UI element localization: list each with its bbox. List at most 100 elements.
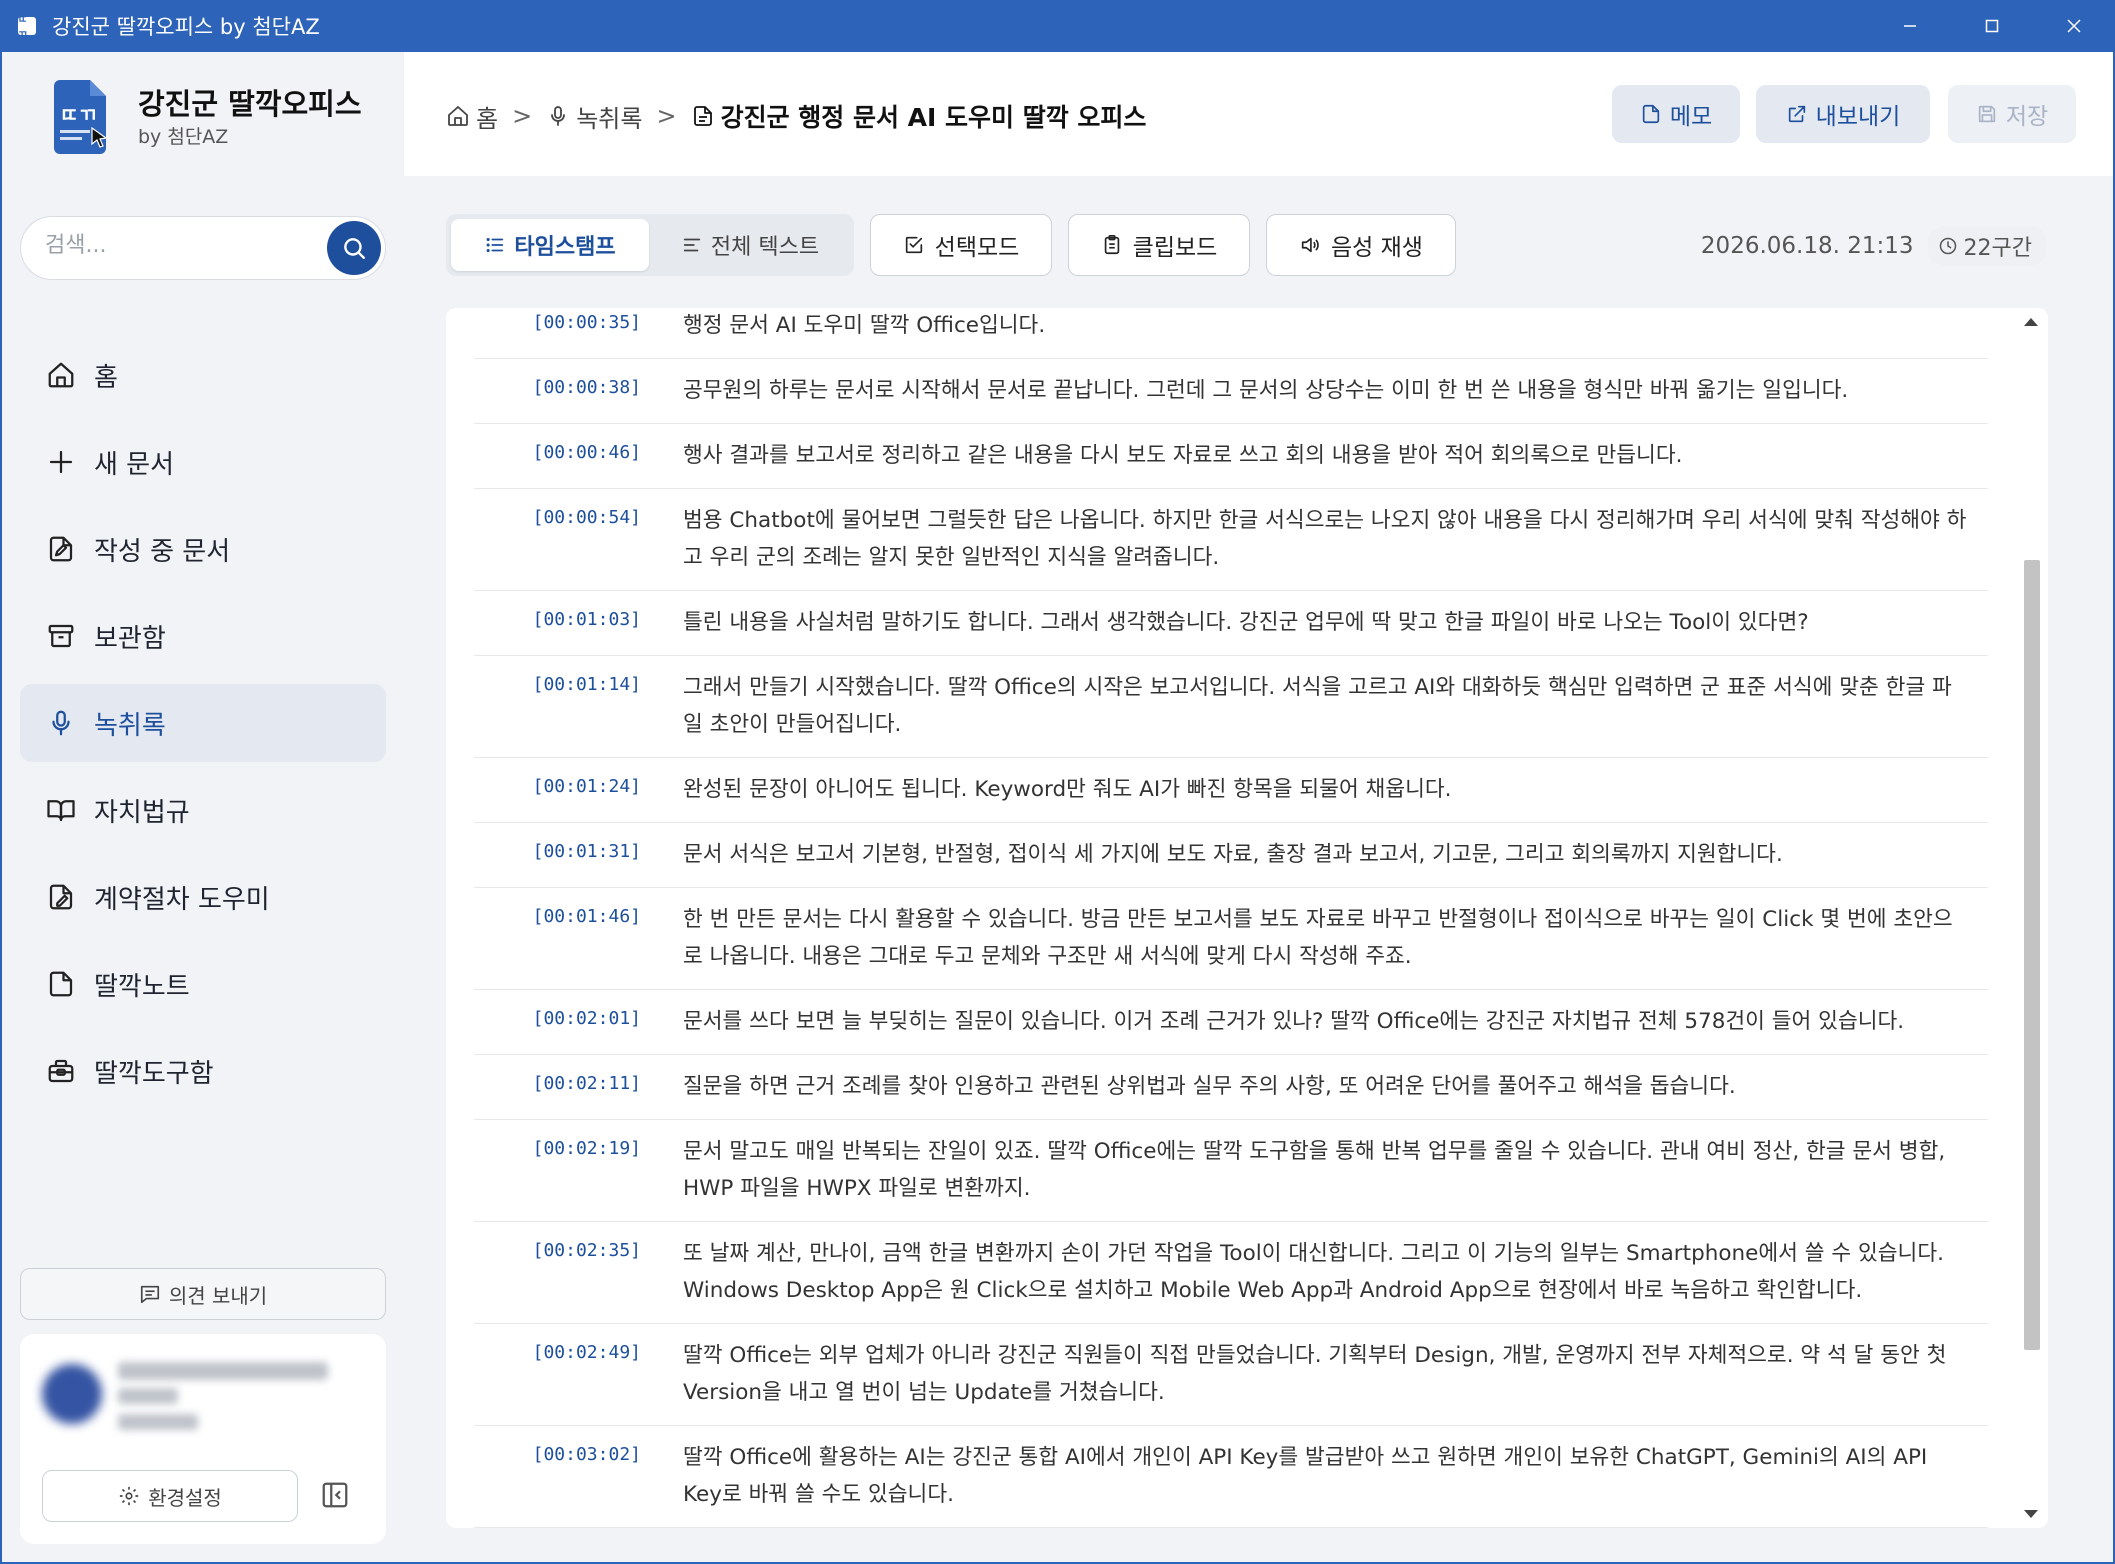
sidebar-item-contract-helper[interactable]: 계약절차 도우미	[20, 858, 386, 936]
transcript-row[interactable]: [00:01:46] 한 번 만든 문서는 다시 활용할 수 있습니다. 방금 만…	[474, 888, 1988, 990]
transcript-row[interactable]: [00:01:14] 그래서 만들기 시작했습니다. 딸깍 Office의 시작은…	[474, 656, 1988, 758]
settings-label: 환경설정	[148, 1485, 222, 1510]
sidebar-item-label: 홈	[94, 362, 118, 393]
sidebar-item-label: 자치법규	[94, 797, 190, 828]
transcript-meta: 2026.06.18. 21:13 22구간	[1701, 226, 2046, 266]
timestamp-link[interactable]: [00:00:54]	[474, 489, 683, 590]
transcript-text: 질문을 하면 근거 조례를 찾아 인용하고 관련된 상위법과 실무 주의 사항,…	[683, 1074, 1736, 1099]
select-mode-button[interactable]: 선택모드	[870, 214, 1052, 276]
export-label: 내보내기	[1815, 104, 1901, 130]
breadcrumb-section[interactable]: 녹취록	[576, 99, 642, 134]
transcript-row[interactable]: [00:00:38] 공무원의 하루는 문서로 시작해서 문서로 끝납니다. 그런…	[474, 359, 1988, 424]
scroll-down-arrow[interactable]	[2024, 1510, 2038, 1518]
timestamp-link[interactable]: [00:02:11]	[474, 1055, 683, 1119]
sidebar-item-label: 딸깍도구함	[94, 1058, 214, 1089]
timestamp-link[interactable]: [00:02:35]	[474, 1222, 683, 1323]
transcript-row[interactable]: [00:02:11] 질문을 하면 근거 조례를 찾아 인용하고 관련된 상위법과…	[474, 1055, 1988, 1120]
tab-full-text[interactable]: 전체 텍스트	[651, 219, 849, 271]
sidebar-item-label: 딸깍노트	[94, 971, 190, 1002]
scroll-up-arrow[interactable]	[2024, 318, 2038, 326]
timestamp-link[interactable]: [00:00:35]	[474, 308, 683, 358]
save-button[interactable]: 저장	[1948, 85, 2076, 143]
save-label: 저장	[2005, 104, 2049, 130]
timestamp-link[interactable]: [00:01:14]	[474, 656, 683, 757]
timestamp-link[interactable]: [00:00:38]	[474, 359, 683, 423]
timestamp-link[interactable]: [00:02:01]	[474, 990, 683, 1054]
sidebar-item-toolbox[interactable]: 딸깍도구함	[20, 1032, 386, 1110]
avatar	[42, 1364, 102, 1424]
message-icon	[140, 1285, 159, 1304]
search-box	[20, 216, 386, 280]
timestamp-link[interactable]: [00:03:02]	[474, 1426, 683, 1527]
page-title: 강진군 행정 문서 AI 도우미 딸깍 오피스	[720, 103, 1147, 132]
plus-icon	[49, 450, 73, 474]
page-header: 홈 > 녹취록 > 강진군 행정 문서 AI 도우미 딸깍 오피스 메모 내보내…	[404, 52, 2113, 176]
transcript-text: 딸깍 Office에 활용하는 AI는 강진군 통합 AI에서 개인이 API …	[683, 1445, 1928, 1507]
transcript-row[interactable]: [00:03:02] 딸깍 Office에 활용하는 AI는 강진군 통합 AI에…	[474, 1426, 1988, 1528]
maximize-button[interactable]	[1951, 0, 2033, 52]
transcript-row[interactable]: [00:02:35] 또 날짜 계산, 만나이, 금액 한글 변환까지 손이 가던…	[474, 1222, 1988, 1324]
timestamp-link[interactable]: [00:01:31]	[474, 823, 683, 887]
timestamp-link[interactable]: [00:02:19]	[474, 1120, 683, 1221]
play-audio-button[interactable]: 음성 재생	[1266, 214, 1456, 276]
close-button[interactable]	[2033, 0, 2115, 52]
play-audio-label: 음성 재생	[1331, 235, 1423, 261]
transcript-row[interactable]: [00:00:54] 범용 Chatbot에 물어보면 그럴듯한 답은 나옵니다.…	[474, 489, 1988, 591]
close-icon	[2067, 19, 2081, 33]
transcript-row[interactable]: [00:02:49] 딸깍 Office는 외부 업체가 아니라 강진군 직원들이…	[474, 1324, 1988, 1426]
sidebar-item-label: 녹취록	[94, 710, 166, 741]
segment-count: 22구간	[1963, 236, 2032, 261]
external-link-icon	[1788, 105, 1805, 123]
sidebar-item-drafts[interactable]: 작성 중 문서	[20, 510, 386, 588]
tab-timestamp-label: 타임스탬프	[514, 235, 616, 260]
app-logo: ㄸㄲ	[50, 80, 108, 154]
tab-timestamp[interactable]: 타임스탬프	[451, 219, 649, 271]
transcript-list: [00:00:35] 행정 문서 AI 도우미 딸깍 Office입니다. [00:…	[474, 308, 1988, 1528]
sidebar-item-local-laws[interactable]: 자치법규	[20, 771, 386, 849]
timestamp-link[interactable]: [00:01:46]	[474, 888, 683, 989]
search-button[interactable]	[327, 221, 381, 275]
title-bar: ㄸㄲ 강진군 딸깍오피스 by 첨단AZ	[0, 0, 2115, 52]
brand[interactable]: ㄸㄲ 강진군 딸깍오피스 by 첨단AZ	[50, 80, 362, 154]
settings-button[interactable]: 환경설정	[42, 1470, 298, 1522]
timestamp-link[interactable]: [00:00:46]	[474, 424, 683, 488]
blurred-user-meta	[118, 1414, 198, 1430]
window-controls	[1869, 0, 2115, 52]
collapse-sidebar-icon[interactable]	[320, 1480, 350, 1510]
transcript-row[interactable]: [00:02:19] 문서 말고도 매일 반복되는 잔일이 있죠. 딸깍 Offi…	[474, 1120, 1988, 1222]
search-input[interactable]	[45, 233, 325, 258]
list-icon	[486, 237, 504, 253]
transcript-text: 한 번 만든 문서는 다시 활용할 수 있습니다. 방금 만든 보고서를 보도 …	[683, 907, 1953, 969]
minimize-button[interactable]	[1869, 0, 1951, 52]
timestamp-link[interactable]: [00:01:03]	[474, 591, 683, 655]
transcript-text: 범용 Chatbot에 물어보면 그럴듯한 답은 나옵니다. 하지만 한글 서식…	[683, 508, 1967, 570]
document-icon	[693, 106, 712, 126]
scrollbar-thumb[interactable]	[2024, 560, 2040, 1350]
memo-button[interactable]: 메모	[1612, 85, 1740, 143]
checkbox-icon	[905, 236, 922, 254]
sidebar-item-transcripts[interactable]: 녹취록	[20, 684, 386, 762]
transcript-row[interactable]: [00:01:31] 문서 서식은 보고서 기본형, 반절형, 접이식 세 가지에…	[474, 823, 1988, 888]
transcript-row[interactable]: [00:02:01] 문서를 쓰다 보면 늘 부딪히는 질문이 있습니다. 이거 …	[474, 990, 1988, 1055]
transcript-scrollbar[interactable]	[2016, 308, 2048, 1528]
sidebar-item-label: 계약절차 도우미	[94, 884, 270, 915]
timestamp-link[interactable]: [00:02:49]	[474, 1324, 683, 1425]
sidebar-item-new-document[interactable]: 새 문서	[20, 423, 386, 501]
sidebar-item-archive[interactable]: 보관함	[20, 597, 386, 675]
transcript-row[interactable]: [00:01:24] 완성된 문장이 아니어도 됩니다. Keyword만 줘도 …	[474, 758, 1988, 823]
clipboard-button[interactable]: 클립보드	[1068, 214, 1250, 276]
clipboard-icon	[1104, 235, 1119, 255]
feedback-button[interactable]: 의견 보내기	[20, 1268, 386, 1320]
timestamp-link[interactable]: [00:01:24]	[474, 758, 683, 822]
transcript-row[interactable]: [00:00:46] 행사 결과를 보고서로 정리하고 같은 내용을 다시 보도 …	[474, 424, 1988, 489]
transcript-text: 행정 문서 AI 도우미 딸깍 Office입니다.	[683, 313, 1046, 338]
sidebar-item-notes[interactable]: 딸깍노트	[20, 945, 386, 1023]
transcript-row[interactable]: [00:01:03] 틀린 내용을 사실처럼 말하기도 합니다. 그래서 생각했습…	[474, 591, 1988, 656]
export-button[interactable]: 내보내기	[1756, 85, 1930, 143]
tab-full-text-label: 전체 텍스트	[710, 235, 820, 260]
home-icon	[448, 106, 468, 126]
sidebar-item-home[interactable]: 홈	[20, 336, 386, 414]
transcript-row[interactable]: [00:00:35] 행정 문서 AI 도우미 딸깍 Office입니다.	[474, 308, 1988, 359]
app-icon: ㄸㄲ	[18, 15, 36, 41]
breadcrumb-home[interactable]: 홈	[476, 99, 498, 134]
